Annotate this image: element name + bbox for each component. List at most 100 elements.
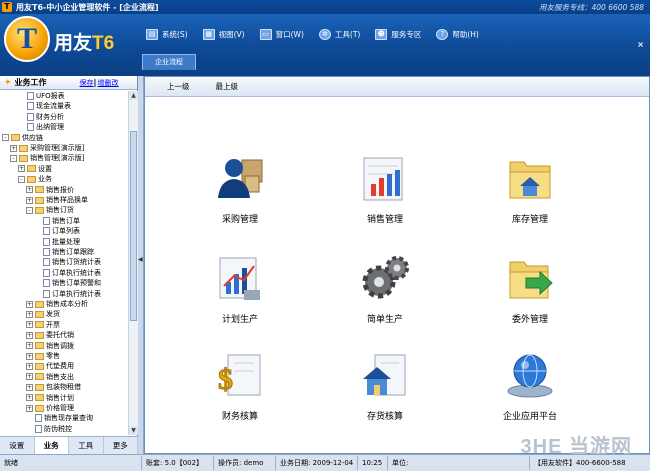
tree-item[interactable]: + 价格管理 [26, 403, 74, 413]
expand-icon[interactable]: + [10, 144, 17, 152]
tree-item[interactable]: 防伪税控 [26, 424, 72, 434]
expand-icon[interactable]: + [26, 331, 33, 339]
system-icon: ▤ [146, 28, 158, 40]
expand-icon[interactable]: + [26, 300, 33, 308]
tree-item[interactable]: + 发货 [26, 309, 60, 319]
expand-icon[interactable]: + [26, 383, 33, 391]
tree-item[interactable]: 批量处理 [34, 237, 80, 247]
module-platform[interactable]: 企业应用平台 [480, 349, 580, 422]
tree-item-label: 财务分析 [36, 112, 64, 121]
expand-icon[interactable]: + [26, 352, 33, 360]
tree-item-label: 销售支出 [46, 372, 74, 381]
tree-item[interactable]: 销售订单 [34, 216, 80, 226]
expand-icon[interactable]: + [26, 342, 33, 350]
tree-item[interactable]: 销售现存量查询 [26, 413, 93, 423]
scroll-up-icon[interactable]: ▲ [129, 91, 138, 100]
tab-business[interactable]: 业务 [34, 437, 69, 454]
tab-tools[interactable]: 工具 [69, 437, 104, 454]
tree-item[interactable]: + 委托代销 [26, 330, 74, 340]
menu-tools[interactable]: ✲ 工具(T) [318, 26, 360, 42]
menu-view[interactable]: ▦ 视图(V) [202, 26, 245, 42]
tree-item[interactable]: 出纳管理 [18, 122, 64, 132]
left-panel-tabs: 设置 业务 工具 更多 [0, 436, 138, 454]
document-icon [35, 424, 42, 433]
expand-icon[interactable]: + [18, 165, 25, 173]
tree-item[interactable]: + 销售计划 [26, 393, 74, 403]
tree-item[interactable]: 销售订货统计表 [34, 257, 101, 267]
collapse-icon[interactable]: - [10, 154, 17, 162]
folder-icon [27, 175, 36, 183]
status-bar: 就绪 账套: 5.0【002】 操作员: demo 业务日期: 2009-12-… [0, 454, 650, 471]
expand-icon[interactable]: + [26, 394, 33, 402]
expand-icon[interactable]: + [26, 196, 33, 204]
tree-item-label: 销售调拨 [46, 341, 74, 350]
tree-item[interactable]: + 零售 [26, 351, 60, 361]
tree-item[interactable]: + 开票 [26, 320, 60, 330]
tree-scrollbar[interactable]: ▲ ▼ [128, 91, 138, 435]
folder-icon [35, 196, 44, 204]
expand-icon[interactable]: + [26, 186, 33, 194]
tree-item[interactable]: 订单执行统计表 [34, 289, 101, 299]
expand-icon[interactable]: + [26, 310, 33, 318]
collapse-icon[interactable]: - [18, 175, 25, 183]
nav-top-button[interactable]: 最上级 [216, 81, 239, 92]
collapse-arrow-icon[interactable]: ◀ [138, 256, 143, 263]
document-icon [43, 258, 50, 267]
module-purchase[interactable]: 采购管理 [190, 152, 290, 225]
module-label: 财务核算 [221, 411, 258, 421]
tree-item[interactable]: + 销售样品换单 [26, 195, 88, 205]
window-title: 用友T6-中小企业管理软件 - [企业流程] [16, 2, 159, 12]
module-outsource[interactable]: 委外管理 [480, 252, 580, 325]
tree-item[interactable]: 财务分析 [18, 112, 64, 122]
tree-item[interactable]: + 包装物租借 [26, 382, 81, 392]
menu-system[interactable]: ▤ 系统(S) [146, 26, 188, 42]
close-icon[interactable]: × [637, 40, 644, 49]
tree-item[interactable]: UFO报表 [18, 91, 65, 101]
expand-icon[interactable]: + [26, 362, 33, 370]
menu-window[interactable]: ▭ 窗口(W) [259, 26, 304, 42]
module-inventory[interactable]: 库存管理 [480, 152, 580, 225]
module-plan[interactable]: 计划生产 [190, 252, 290, 325]
module-sales[interactable]: 销售管理 [335, 152, 435, 225]
tab-enterprise-flow[interactable]: 企业流程 [142, 54, 196, 70]
plan-chart-icon [214, 252, 266, 304]
tree-item[interactable]: - 业务 [18, 174, 52, 184]
scroll-down-icon[interactable]: ▼ [129, 426, 138, 435]
menu-help[interactable]: ? 帮助(H) [436, 26, 479, 42]
tree-item[interactable]: + 采购管理[演示版] [10, 143, 84, 153]
tree-item[interactable]: - 销售管理[演示版] [10, 153, 84, 163]
collapse-icon[interactable]: - [2, 134, 9, 142]
expand-icon[interactable]: + [26, 404, 33, 412]
tree-item[interactable]: + 销售报价 [26, 185, 74, 195]
expand-icon[interactable]: + [26, 321, 33, 329]
nav-up-button[interactable]: 上一级 [167, 81, 190, 92]
document-icon [43, 216, 50, 225]
tree-item[interactable]: + 代垫费用 [26, 361, 74, 371]
tree-item[interactable]: + 设置 [18, 164, 52, 174]
document-icon [43, 289, 50, 298]
edit-link[interactable]: 增删改 [97, 78, 118, 88]
tree-item-label: 销售订货 [46, 206, 74, 215]
tab-more[interactable]: 更多 [104, 437, 138, 454]
tree-item[interactable]: + 销售调拨 [26, 341, 74, 351]
tree-item[interactable]: 销售订单预警和 [34, 278, 101, 288]
collapse-icon[interactable]: - [26, 206, 33, 214]
title-bar: T 用友T6-中小企业管理软件 - [企业流程] 用友服务专线：400 6600… [0, 0, 650, 14]
module-production[interactable]: 简单生产 [335, 252, 435, 325]
menu-service[interactable]: ☻ 服务专区 [375, 26, 421, 42]
tree-item[interactable]: - 销售订货 [26, 205, 74, 215]
module-finance[interactable]: $ 财务核算 [190, 349, 290, 422]
module-stock-accounting[interactable]: 存货核算 [335, 349, 435, 422]
tree-item[interactable]: 订单列表 [34, 226, 80, 236]
tab-settings[interactable]: 设置 [0, 437, 35, 454]
window-icon: ▭ [259, 28, 272, 40]
tree-item[interactable]: 销售订单跟踪 [34, 247, 94, 257]
save-link[interactable]: 保存 [80, 78, 94, 88]
expand-icon[interactable]: + [26, 373, 33, 381]
scroll-thumb[interactable] [130, 131, 137, 321]
tree-item[interactable]: - 供应链 [2, 133, 43, 143]
tree-item[interactable]: + 销售支出 [26, 372, 74, 382]
tree-item[interactable]: 订单执行统计表 [34, 268, 101, 278]
tree-item[interactable]: 现金流量表 [18, 101, 71, 111]
tree-item[interactable]: + 销售成本分析 [26, 299, 88, 309]
